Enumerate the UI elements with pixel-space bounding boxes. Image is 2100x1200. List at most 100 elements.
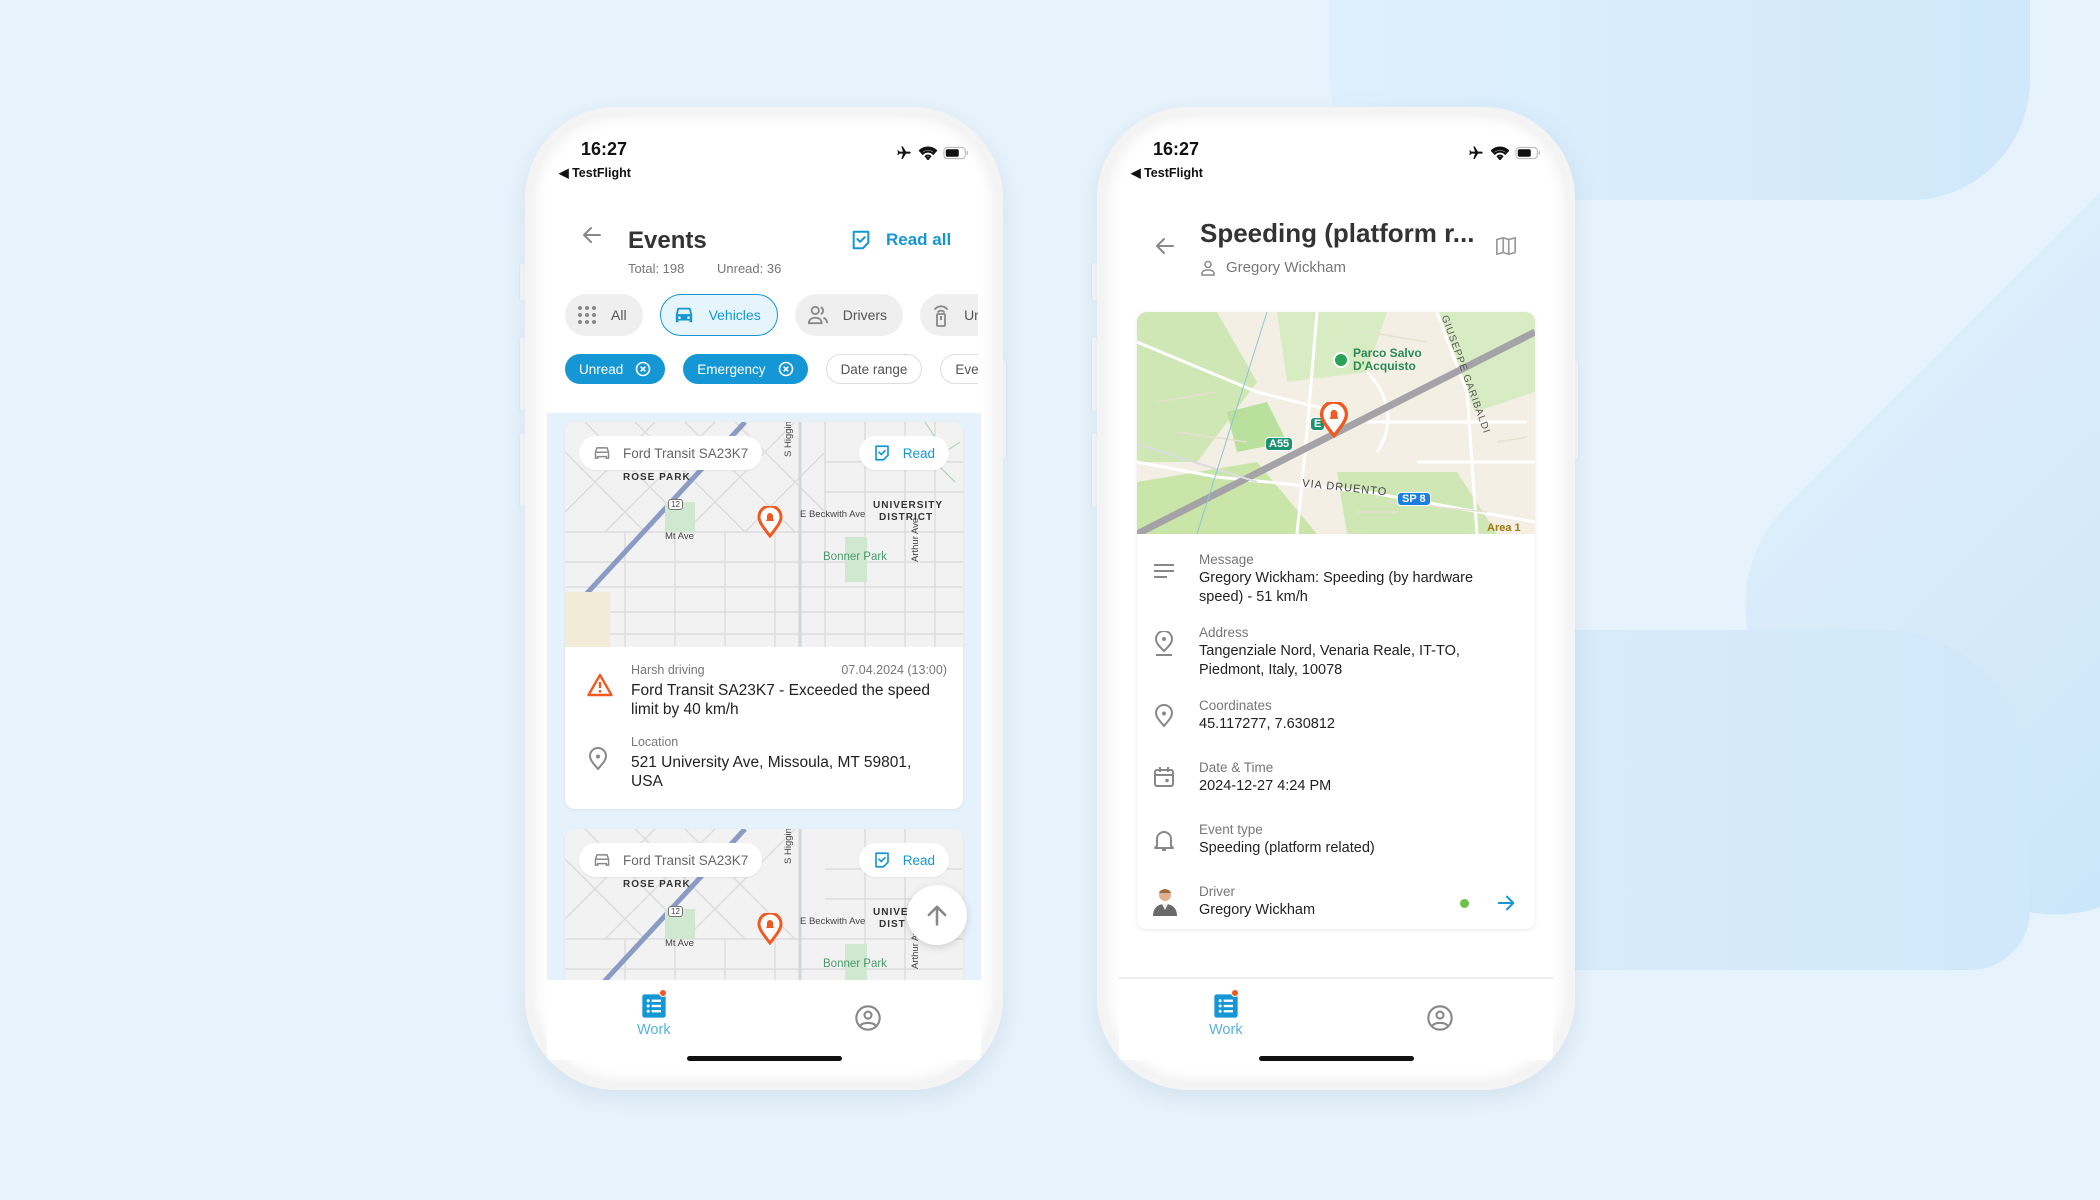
filter-emergency-label: Emergency xyxy=(697,361,766,377)
back-to-testflight[interactable]: ◀ TestFlight xyxy=(1131,165,1203,180)
mark-read-button[interactable]: Read xyxy=(858,843,949,877)
notification-dot xyxy=(659,989,667,997)
filter-event-type[interactable]: Event t xyxy=(940,354,978,384)
vehicle-pill: Ford Transit SA23K7 xyxy=(579,843,763,877)
back-to-testflight[interactable]: ◀ TestFlight xyxy=(559,165,631,180)
message-lines-icon xyxy=(1154,564,1174,578)
users-icon xyxy=(807,305,828,325)
event-info-row: Harsh driving 07.04.2024 (13:00) Ford Tr… xyxy=(581,663,947,719)
location-value: 521 University Ave, Missoula, MT 59801, … xyxy=(631,754,912,790)
alert-marker-icon[interactable] xyxy=(757,913,783,945)
route-shield: 12 xyxy=(668,499,683,510)
map-view-icon[interactable] xyxy=(1495,235,1517,262)
profile-icon xyxy=(855,1005,881,1031)
calendar-icon xyxy=(1154,767,1174,787)
chip-drivers[interactable]: Drivers xyxy=(794,294,904,336)
field-message: Message Gregory Wickham: Speeding (by ha… xyxy=(1153,552,1519,607)
filter-emergency[interactable]: Emergency xyxy=(683,354,808,384)
map-label: S Higgins Ave xyxy=(783,829,794,864)
chip-all[interactable]: All xyxy=(565,294,643,336)
online-status-dot xyxy=(1460,899,1469,908)
remove-filter-icon[interactable] xyxy=(778,361,794,377)
chip-vehicles[interactable]: Vehicles xyxy=(659,294,778,336)
field-event-type: Event type Speeding (platform related) xyxy=(1153,822,1519,866)
field-coordinates: Coordinates 45.117277, 7.630812 xyxy=(1153,698,1519,742)
event-fields: Message Gregory Wickham: Speeding (by ha… xyxy=(1137,534,1535,928)
map-label: E Beckwith Ave xyxy=(800,509,866,520)
field-date-time: Date & Time 2024-12-27 4:24 PM xyxy=(1153,760,1519,804)
map-label: DIST xyxy=(879,919,906,930)
location-pin-icon xyxy=(588,747,608,771)
status-time: 16:27 xyxy=(581,139,628,159)
alert-marker-icon[interactable] xyxy=(1319,402,1349,438)
check-note-icon xyxy=(874,445,889,461)
arrow-right-icon[interactable] xyxy=(1495,892,1517,914)
tab-profile[interactable] xyxy=(854,1004,882,1032)
status-bar: 16:27 ◀ TestFlight xyxy=(1131,139,1541,183)
notification-dot xyxy=(1231,989,1239,997)
category-chip-row: All Vehicles Drivers Un xyxy=(565,294,978,338)
tab-profile[interactable] xyxy=(1426,1004,1454,1032)
wifi-icon xyxy=(919,146,937,160)
tab-bar: Work xyxy=(547,980,981,1060)
event-description: Ford Transit SA23K7 - Exceeded the speed… xyxy=(631,682,930,718)
page-title: Events xyxy=(628,227,707,254)
chip-units[interactable]: Un xyxy=(920,294,978,336)
chip-drivers-label: Drivers xyxy=(842,307,888,323)
read-all-button[interactable]: Read all xyxy=(850,229,951,251)
event-detail-card: Parco Salvo D'Acquisto GIUSEPPE GARIBALD… xyxy=(1137,312,1535,929)
phone-events-screen: 16:27 ◀ TestFlight Events Total: 198 Unr… xyxy=(525,107,1003,1090)
filter-date-range-label: Date range xyxy=(840,361,908,377)
map-label: Mt Ave xyxy=(665,531,694,542)
event-card[interactable]: ROSE PARK 12 Mt Ave E Beckwith Ave S Hig… xyxy=(565,422,963,809)
filter-chip-row: Unread Emergency Date range Event t xyxy=(565,354,978,388)
event-map[interactable]: ROSE PARK 12 Mt Ave E Beckwith Ave S Hig… xyxy=(565,422,963,647)
back-arrow-icon[interactable] xyxy=(1153,234,1177,265)
park-icon xyxy=(1333,352,1349,368)
field-label: Coordinates xyxy=(1199,698,1272,713)
back-arrow-icon[interactable] xyxy=(580,223,604,254)
remove-filter-icon[interactable] xyxy=(635,361,651,377)
field-value: Gregory Wickham xyxy=(1199,902,1316,918)
field-label: Address xyxy=(1199,625,1249,640)
filter-unread[interactable]: Unread xyxy=(565,354,666,384)
home-indicator xyxy=(1259,1056,1414,1061)
person-icon xyxy=(1201,260,1215,276)
battery-icon xyxy=(1515,146,1540,160)
scroll-to-top-button[interactable] xyxy=(907,885,967,945)
tab-work[interactable]: Work xyxy=(1209,989,1243,1038)
bell-icon xyxy=(1154,831,1174,851)
read-all-label: Read all xyxy=(886,230,952,249)
field-label: Date & Time xyxy=(1199,760,1274,775)
check-note-icon xyxy=(852,230,870,250)
total-count: Total: 198 xyxy=(628,261,685,276)
chip-units-label: Un xyxy=(964,307,978,323)
driver-avatar xyxy=(1153,889,1177,916)
map-label: ROSE PARK xyxy=(623,472,691,483)
filter-date-range[interactable]: Date range xyxy=(825,354,923,384)
car-icon xyxy=(594,854,610,866)
tab-work-label: Work xyxy=(1209,1022,1243,1038)
event-card[interactable]: ROSE PARK 12 Mt Ave E Beckwith Ave S Hig… xyxy=(565,829,963,980)
map-label: Arthur Ave xyxy=(910,517,921,562)
address-pin-icon xyxy=(1154,631,1174,656)
event-date: 07.04.2024 (13:00) xyxy=(841,663,947,677)
mark-read-button[interactable]: Read xyxy=(858,436,949,470)
status-time: 16:27 xyxy=(1153,139,1200,159)
tab-work[interactable]: Work xyxy=(637,989,671,1038)
field-address: Address Tangenziale Nord, Venaria Reale,… xyxy=(1153,625,1519,680)
map-label: S Higgins Ave xyxy=(783,422,794,457)
alert-marker-icon[interactable] xyxy=(757,506,783,538)
event-map[interactable]: ROSE PARK 12 Mt Ave E Beckwith Ave S Hig… xyxy=(565,829,963,980)
chip-all-label: All xyxy=(611,307,627,323)
map-label: ROSE PARK xyxy=(623,879,691,890)
battery-icon xyxy=(943,146,968,160)
map-label: UNIVERSITY xyxy=(873,500,944,511)
field-value: Speeding (platform related) xyxy=(1199,840,1375,856)
driver-subtitle: Gregory Wickham xyxy=(1200,259,1346,276)
event-map[interactable]: Parco Salvo D'Acquisto GIUSEPPE GARIBALD… xyxy=(1137,312,1535,534)
read-label: Read xyxy=(902,445,935,461)
field-value: 2024-12-27 4:24 PM xyxy=(1199,778,1332,794)
tab-work-label: Work xyxy=(637,1022,671,1038)
field-driver[interactable]: Driver Gregory Wickham xyxy=(1153,884,1519,928)
